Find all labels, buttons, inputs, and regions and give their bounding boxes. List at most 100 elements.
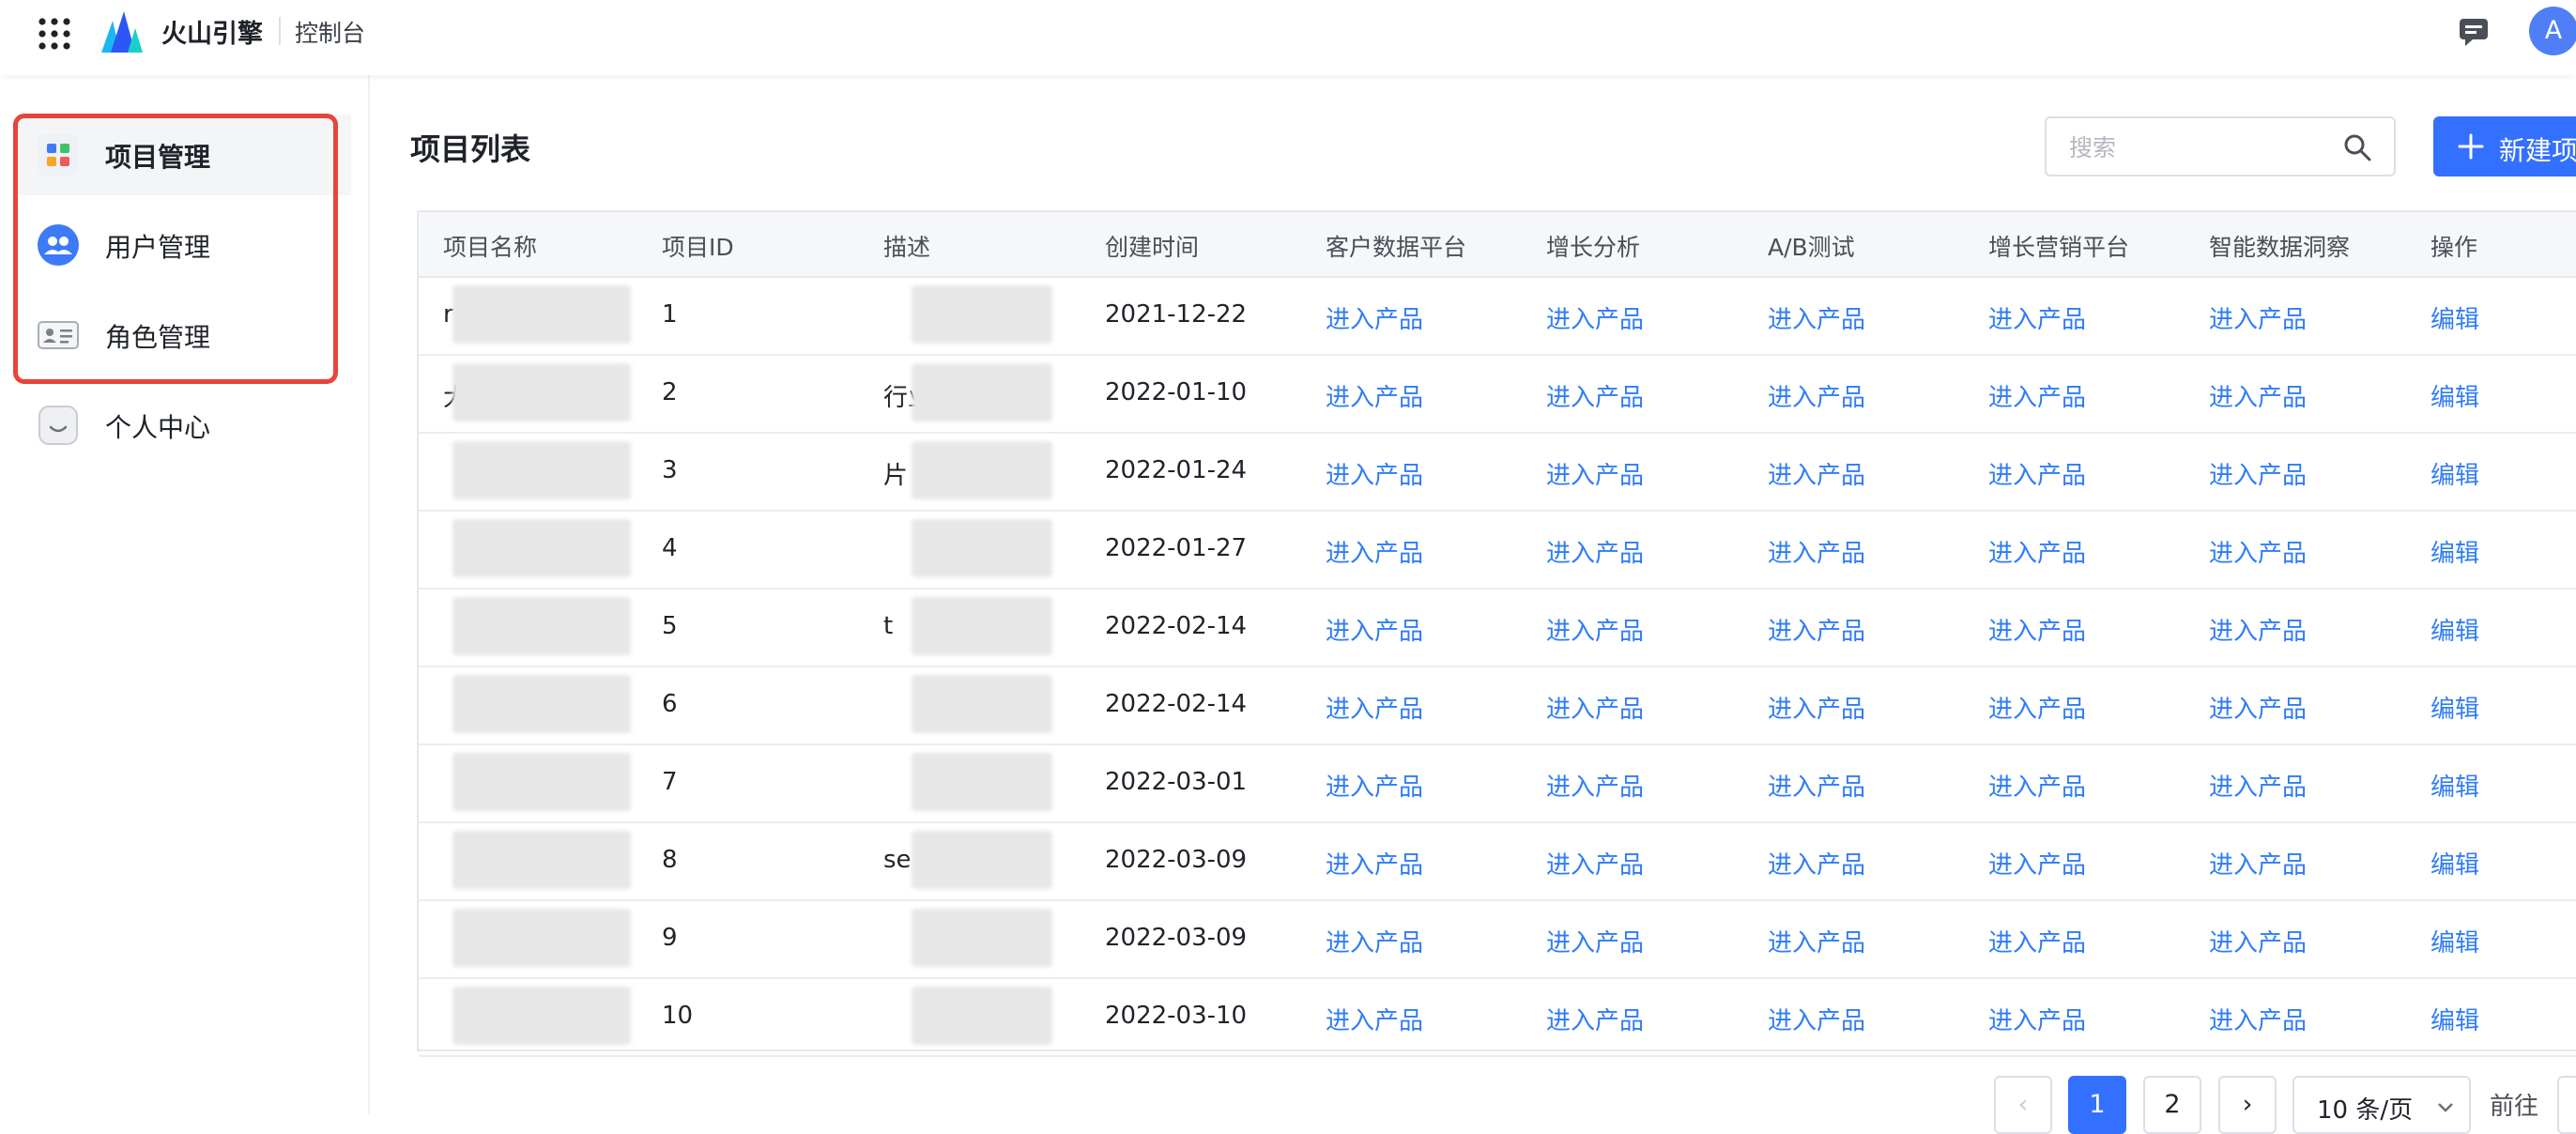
enter-product-link[interactable]: 进入产品 (1988, 300, 2086, 335)
enter-product-link[interactable]: 进入产品 (1768, 690, 1865, 725)
enter-product-link[interactable]: 进入产品 (2209, 456, 2307, 491)
description-cell: se (883, 846, 912, 874)
enter-product-link[interactable]: 进入产品 (1326, 690, 1423, 725)
pagination-page-1[interactable]: 1 (2068, 1076, 2126, 1134)
enter-product-link[interactable]: 进入产品 (1768, 846, 1865, 881)
enter-product-link[interactable]: 进入产品 (1546, 534, 1644, 569)
edit-link[interactable]: 编辑 (2430, 846, 2479, 881)
column-header: 增长营销平台 (1988, 234, 2130, 261)
enter-product-link[interactable]: 进入产品 (1546, 456, 1644, 491)
enter-product-link[interactable]: 进入产品 (1326, 534, 1423, 569)
project-id-cell: 4 (662, 534, 678, 562)
enter-product-link[interactable]: 进入产品 (2209, 924, 2307, 958)
enter-product-link[interactable]: 进入产品 (1768, 300, 1865, 335)
console-link[interactable]: 控制台 (295, 15, 365, 49)
redaction-blur (912, 675, 1052, 733)
edit-link[interactable]: 编辑 (2430, 300, 2479, 335)
enter-product-link[interactable]: 进入产品 (1768, 456, 1865, 491)
goto-page-input[interactable] (2557, 1076, 2576, 1134)
edit-link[interactable]: 编辑 (2430, 924, 2479, 958)
enter-product-link[interactable]: 进入产品 (2209, 612, 2307, 647)
enter-product-link[interactable]: 进入产品 (1768, 1002, 1865, 1036)
enter-product-link[interactable]: 进入产品 (1326, 924, 1423, 958)
enter-product-link[interactable]: 进入产品 (1546, 378, 1644, 413)
enter-product-link[interactable]: 进入产品 (1326, 456, 1423, 491)
project-id-cell: 9 (662, 924, 678, 952)
created-time-cell: 2022-02-14 (1105, 612, 1248, 640)
top-navigation-bar: 火山引擎 控制台 A (0, 0, 2576, 75)
enter-product-link[interactable]: 进入产品 (1326, 768, 1423, 803)
enter-product-link[interactable]: 进入产品 (1326, 378, 1423, 413)
enter-product-link[interactable]: 进入产品 (2209, 534, 2307, 569)
enter-product-link[interactable]: 进入产品 (1326, 1002, 1423, 1036)
pagination-prev-button[interactable]: ‹ (1994, 1076, 2052, 1134)
enter-product-link[interactable]: 进入产品 (1326, 612, 1423, 647)
enter-product-link[interactable]: 进入产品 (1768, 768, 1865, 803)
enter-product-link[interactable]: 进入产品 (1988, 378, 2086, 413)
enter-product-link[interactable]: 进入产品 (1988, 768, 2086, 803)
enter-product-link[interactable]: 进入产品 (1546, 612, 1644, 647)
enter-product-link[interactable]: 进入产品 (2209, 1002, 2307, 1036)
search-input[interactable] (2067, 128, 2315, 167)
edit-link[interactable]: 编辑 (2430, 612, 2479, 647)
pagination-page-2[interactable]: 2 (2143, 1076, 2201, 1134)
sidebar-item-project-management[interactable]: 项目管理 (17, 115, 351, 195)
sidebar-item-role-management[interactable]: 角色管理 (17, 295, 351, 375)
enter-product-link[interactable]: 进入产品 (1326, 300, 1423, 335)
redaction-blur (912, 285, 1052, 344)
app-grid-icon[interactable] (38, 17, 71, 51)
column-header: 项目ID (662, 234, 734, 261)
created-time-cell: 2022-03-01 (1105, 768, 1248, 796)
page-size-value: 10 条/页 (2317, 1096, 2414, 1125)
edit-link[interactable]: 编辑 (2430, 456, 2479, 491)
column-header: 操作 (2430, 234, 2478, 261)
enter-product-link[interactable]: 进入产品 (1988, 1002, 2086, 1036)
enter-product-link[interactable]: 进入产品 (1546, 1002, 1644, 1036)
created-time-cell: 2021-12-22 (1105, 300, 1248, 329)
edit-link[interactable]: 编辑 (2430, 378, 2479, 413)
sidebar-item-personal-center[interactable]: 个人中心 (17, 385, 351, 466)
enter-product-link[interactable]: 进入产品 (1326, 846, 1423, 881)
enter-product-link[interactable]: 进入产品 (1988, 612, 2086, 647)
enter-product-link[interactable]: 进入产品 (1988, 534, 2086, 569)
edit-link[interactable]: 编辑 (2430, 1002, 2479, 1036)
user-avatar[interactable]: A (2529, 7, 2576, 55)
brand-name: 火山引擎 (161, 20, 263, 49)
enter-product-link[interactable]: 进入产品 (1546, 300, 1644, 335)
enter-product-link[interactable]: 进入产品 (1546, 846, 1644, 881)
enter-product-link[interactable]: 进入产品 (1768, 612, 1865, 647)
pagination-next-button[interactable]: › (2218, 1076, 2277, 1134)
search-icon[interactable] (2343, 133, 2371, 161)
new-project-button-label: 新建项 (2499, 135, 2576, 166)
enter-product-link[interactable]: 进入产品 (2209, 378, 2307, 413)
enter-product-link[interactable]: 进入产品 (1988, 690, 2086, 725)
column-header: 智能数据洞察 (2209, 234, 2351, 261)
new-project-button[interactable]: 新建项 (2433, 116, 2576, 176)
enter-product-link[interactable]: 进入产品 (2209, 846, 2307, 881)
sidebar-item-user-management[interactable]: 用户管理 (17, 205, 351, 285)
enter-product-link[interactable]: 进入产品 (1546, 768, 1644, 803)
enter-product-link[interactable]: 进入产品 (2209, 300, 2307, 335)
message-icon[interactable] (2458, 17, 2490, 47)
search-box (2045, 116, 2396, 176)
enter-product-link[interactable]: 进入产品 (1768, 534, 1865, 569)
edit-link[interactable]: 编辑 (2430, 768, 2479, 803)
enter-product-link[interactable]: 进入产品 (1988, 924, 2086, 958)
column-header: A/B测试 (1768, 234, 1855, 261)
edit-link[interactable]: 编辑 (2430, 534, 2479, 569)
enter-product-link[interactable]: 进入产品 (1546, 690, 1644, 725)
edit-link[interactable]: 编辑 (2430, 690, 2479, 725)
page-size-select[interactable]: 10 条/页 (2292, 1076, 2471, 1134)
column-header: 创建时间 (1105, 234, 1200, 261)
enter-product-link[interactable]: 进入产品 (1988, 846, 2086, 881)
sidebar-item-label: 个人中心 (105, 412, 211, 443)
enter-product-link[interactable]: 进入产品 (2209, 690, 2307, 725)
enter-product-link[interactable]: 进入产品 (1988, 456, 2086, 491)
volcengine-logo-icon (101, 11, 143, 53)
enter-product-link[interactable]: 进入产品 (1546, 924, 1644, 958)
enter-product-link[interactable]: 进入产品 (1768, 378, 1865, 413)
enter-product-link[interactable]: 进入产品 (1768, 924, 1865, 958)
enter-product-link[interactable]: 进入产品 (2209, 768, 2307, 803)
project-id-cell: 5 (662, 612, 678, 640)
created-time-cell: 2022-03-09 (1105, 924, 1248, 952)
